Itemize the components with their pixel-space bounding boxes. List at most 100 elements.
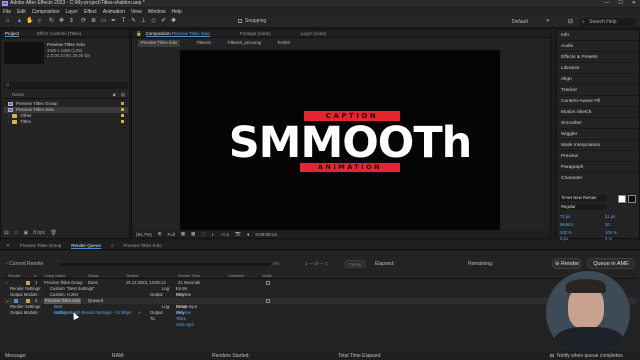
maximize-button[interactable]: ☐	[618, 0, 622, 7]
dolly-tool-icon[interactable]: ⇕	[68, 18, 75, 25]
tab-footage[interactable]: Footage (none)	[240, 31, 271, 36]
eraser-tool-icon[interactable]: ◇	[150, 18, 157, 25]
mask-icon[interactable]: ⬚	[201, 231, 205, 237]
resolution-dropdown[interactable]: Full	[168, 232, 175, 237]
col-render[interactable]: Render	[8, 274, 20, 278]
add-output-icon[interactable]: +	[138, 310, 140, 316]
camera-icon[interactable]: 📷	[235, 231, 241, 237]
output-to-value[interactable]: Preview Titles Solo.mp4	[176, 310, 194, 328]
menu-animation[interactable]: Animation	[103, 8, 125, 16]
rotate-tool-icon[interactable]: ⟳	[80, 18, 87, 25]
notify-checkbox[interactable]	[266, 280, 270, 286]
panel-preview[interactable]: Preview	[557, 151, 639, 162]
collapse-icon[interactable]: ⊟	[568, 18, 573, 25]
menu-effect[interactable]: Effect	[84, 8, 97, 16]
panel-libraries[interactable]: Libraries	[557, 63, 639, 74]
panel-info[interactable]: Info	[557, 30, 639, 41]
kerning-value[interactable]: Metrics	[560, 222, 574, 227]
col-status[interactable]: Status	[88, 274, 99, 278]
brush-tool-icon[interactable]: ✎	[130, 18, 137, 25]
type-column-icon[interactable]: ▤	[121, 92, 125, 98]
fill-color-swatch[interactable]	[618, 195, 626, 203]
expand-arrow-icon[interactable]: ›	[6, 280, 7, 286]
notify-checkbox[interactable]	[266, 298, 270, 304]
zoom-tool-icon[interactable]: ⌕	[36, 18, 43, 25]
panel-tracker[interactable]: Tracker	[557, 85, 639, 96]
stamp-tool-icon[interactable]: ⊥	[140, 18, 147, 25]
orbit-tool-icon[interactable]: ↻	[48, 18, 55, 25]
col-comment[interactable]: Comment	[228, 274, 244, 278]
menu-layer[interactable]: Layer	[65, 8, 78, 16]
timecode-display[interactable]: 0:00:00:14	[256, 232, 277, 237]
col-number[interactable]: #	[34, 274, 36, 278]
tab-render-queue[interactable]: Render Queue	[71, 243, 101, 249]
panel-mask-interpolation[interactable]: Mask Interpolation	[557, 140, 639, 151]
workspace-selector[interactable]: Default	[512, 19, 528, 25]
pan-tool-icon[interactable]: ✥	[58, 18, 65, 25]
panel-paragraph[interactable]: Paragraph	[557, 162, 639, 173]
expand-arrow-icon[interactable]: ⌄	[6, 298, 10, 304]
panel-smoother[interactable]: Smoother	[557, 118, 639, 129]
tab-preview-titles-solo[interactable]: Preview Titles Solo	[123, 243, 161, 248]
puppet-tool-icon[interactable]: ✱	[170, 18, 177, 25]
menu-composition[interactable]: Composition	[32, 8, 60, 16]
col-started[interactable]: Started	[126, 274, 138, 278]
tab-project[interactable]: Project	[5, 31, 20, 37]
label-column-icon[interactable]: ◆	[113, 92, 116, 98]
grid-icon[interactable]: ⊞	[158, 231, 162, 237]
menu-edit[interactable]: Edit	[17, 8, 26, 16]
panel-character-title[interactable]: Character	[557, 173, 639, 184]
render-item-row[interactable]: ⌄ 2 Preview Titles Solo Queued	[4, 298, 636, 304]
minimize-button[interactable]: —	[604, 0, 609, 7]
panel-align[interactable]: Align	[557, 74, 639, 85]
workspace-menu-icon[interactable]: »	[546, 18, 549, 24]
column-name[interactable]: Name	[4, 92, 24, 97]
tsume-value[interactable]: 0 %	[605, 236, 612, 241]
output-module-value[interactable]: H.264 - Match Render Settings - 15 Mbps	[54, 310, 131, 316]
panel-motion-sketch[interactable]: Motion Sketch	[557, 107, 639, 118]
leading-value[interactable]: 51 px	[605, 214, 615, 219]
pause-button[interactable]: Pause	[344, 260, 366, 268]
close-icon[interactable]: ✕	[6, 243, 10, 249]
col-notify[interactable]: Notify	[262, 274, 272, 278]
roto-tool-icon[interactable]: ✐	[160, 18, 167, 25]
color-icon[interactable]: ●	[247, 232, 250, 237]
col-render-time[interactable]: Render Time	[178, 274, 200, 278]
vertical-scale-value[interactable]: 100 %	[560, 230, 572, 235]
close-button[interactable]: ✕	[632, 0, 636, 7]
pen-tool-icon[interactable]: ✒	[110, 18, 117, 25]
bpc-label[interactable]: 8 bpc	[33, 230, 45, 236]
panel-audio[interactable]: Audio	[557, 41, 639, 52]
selection-tool-icon[interactable]: ▲	[16, 18, 23, 25]
lock-icon[interactable]: 🔒	[136, 31, 142, 37]
horizontal-scale-value[interactable]: 100 %	[605, 230, 617, 235]
breadcrumb-item[interactable]: Titles03_precomp	[227, 40, 261, 47]
breadcrumb-item[interactable]: Titles01	[196, 40, 211, 47]
menu-window[interactable]: Window	[148, 8, 166, 16]
region-icon[interactable]: ▦	[181, 231, 185, 237]
tab-preview-titles-group[interactable]: Preview Titles Group	[20, 243, 62, 248]
type-tool-icon[interactable]: T	[120, 18, 127, 25]
queue-in-ame-button[interactable]: Queue in AME	[587, 258, 635, 269]
tab-effect-controls[interactable]: Effect Controls (Titles)	[37, 31, 81, 36]
col-comp-name[interactable]: Comp Name	[44, 274, 65, 278]
expand-arrow-icon[interactable]: ›	[8, 119, 9, 125]
font-style-dropdown[interactable]: Regular	[560, 204, 606, 210]
project-search-input[interactable]: ρ	[4, 82, 128, 89]
baseline-shift-value[interactable]: 0 px	[560, 236, 568, 241]
magnification-dropdown[interactable]: (91,7%)	[136, 232, 152, 237]
tracking-value[interactable]: 20	[605, 222, 610, 227]
anchor-tool-icon[interactable]: ⊕	[90, 18, 97, 25]
panel-content-aware-fill[interactable]: Content-Aware Fill	[557, 96, 639, 107]
composition-viewer[interactable]: CAPTION SMMOOTh ANIMATION	[180, 50, 500, 230]
panel-effects-presets[interactable]: Effects & Presets	[557, 52, 639, 63]
font-family-dropdown[interactable]: Times New Roman	[560, 195, 606, 201]
snapping-checkbox[interactable]	[238, 19, 242, 23]
notify-when-complete-checkbox[interactable]	[550, 352, 554, 360]
hand-tool-icon[interactable]: ✋	[26, 18, 33, 25]
menu-view[interactable]: View	[131, 8, 142, 16]
breadcrumb-item[interactable]: Text03	[277, 40, 290, 47]
home-icon[interactable]: ⌂	[4, 18, 11, 25]
stroke-color-swatch[interactable]	[628, 195, 636, 203]
menu-help[interactable]: Help	[171, 8, 181, 16]
